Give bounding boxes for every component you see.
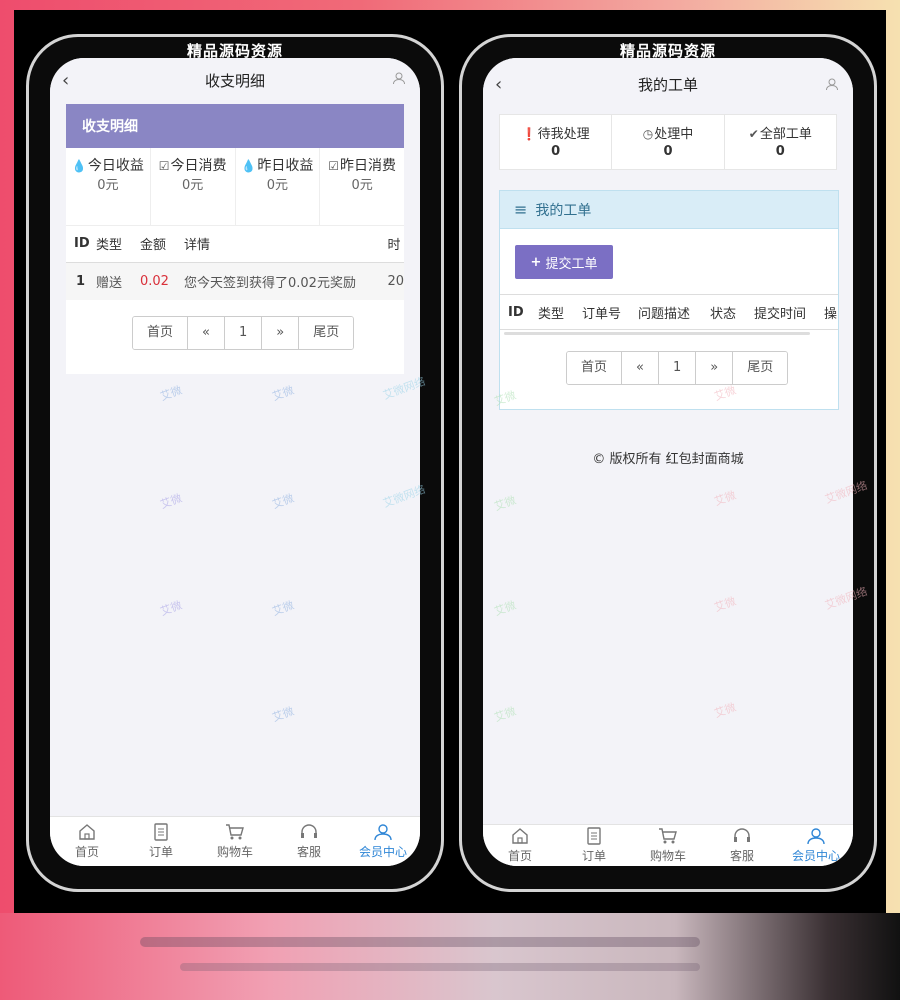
bottom-tabbar: 首页 订单 购物车 客服 会员中心 [50,816,420,866]
decorative-strip [0,913,900,1000]
col-description: 问题描述 [638,306,691,322]
drop-icon: 💧 [71,159,87,173]
back-icon[interactable]: ‹ [62,70,69,91]
stat-yesterday-spend: ☑昨日消费 0元 [328,158,396,193]
check-icon: ☑ [158,159,170,173]
col-action: 操 [824,306,838,322]
pager-current[interactable]: 1 [224,317,263,349]
pager-last[interactable]: 尾页 [733,352,788,384]
stat-all[interactable]: ✔全部工单 0 [725,115,836,169]
col-detail: 详情 [184,238,211,254]
tab-cart[interactable]: 购物车 [631,825,705,866]
pager-first[interactable]: 首页 [567,352,623,384]
cart-icon [659,828,677,844]
user-icon [807,828,825,845]
pager-prev[interactable]: « [188,317,225,349]
tab-cart[interactable]: 购物车 [198,817,272,866]
stat-processing[interactable]: ◷处理中 0 [612,115,725,169]
headset-icon [301,824,317,838]
col-time: 时 [387,238,401,254]
horizontal-scrollbar[interactable] [504,332,810,335]
col-status: 状态 [710,306,737,322]
left-topbar: ‹ 收支明细 [50,58,420,102]
pager-current[interactable]: 1 [658,352,697,384]
ticket-panel: ≡ 我的工单 + 提交工单 ID 类型 订单号 问题描述 状态 提交时间 操 首… [499,190,839,410]
tab-home[interactable]: 首页 [50,817,124,866]
user-icon[interactable] [825,77,839,95]
col-submit-time: 提交时间 [754,306,807,322]
bottom-tabbar: 首页 订单 购物车 客服 会员中心 [483,824,853,866]
left-phone-screen: ‹ 收支明细 收支明细 💧今日收益 0元 ☑今日消费 0元 💧昨日收益 0元 ☑… [50,58,420,866]
check-circle-icon: ✔ [748,127,759,141]
col-type: 类型 [538,306,565,322]
back-icon[interactable]: ‹ [495,74,502,95]
section-title: 收支明细 [66,104,404,148]
pager-next[interactable]: » [262,317,300,349]
page-title: 我的工单 [637,75,698,94]
menu-icon: ≡ [514,200,528,219]
right-topbar: ‹ 我的工单 [483,58,853,110]
stat-yesterday-income: 💧昨日收益 0元 [236,148,321,225]
col-id: ID [74,236,90,252]
page-title: 收支明细 [204,71,265,90]
pager-prev[interactable]: « [622,352,659,384]
home-icon [79,824,95,840]
plus-icon: + [530,254,542,270]
income-table: ID 类型 金额 详情 时 1 赠送 0.02 您今天签到获得了0.02元奖励 … [66,226,404,300]
tab-service[interactable]: 客服 [272,817,346,866]
order-icon [587,827,601,845]
ticket-stats-card: ❗待我处理 0 ◷处理中 0 ✔全部工单 0 [499,114,837,170]
pager-next[interactable]: » [696,352,734,384]
clock-icon: ◷ [642,127,654,141]
home-icon [512,828,528,844]
pager-first[interactable]: 首页 [133,317,189,349]
tab-home[interactable]: 首页 [483,825,557,866]
exclamation-icon: ❗ [521,127,537,141]
income-card: 收支明细 💧今日收益 0元 ☑今日消费 0元 💧昨日收益 0元 ☑昨日消费 0元… [66,104,404,374]
right-phone-screen: ‹ 我的工单 ❗待我处理 0 ◷处理中 0 ✔全部工单 0 ≡ 我的工单 + 提… [483,58,853,866]
user-icon[interactable] [392,71,406,89]
tab-orders[interactable]: 订单 [124,817,198,866]
ticket-table-header: ID 类型 订单号 问题描述 状态 提交时间 操 [500,294,838,330]
stats-row: 💧今日收益 0元 ☑今日消费 0元 💧昨日收益 0元 ☑昨日消费 0元 [66,148,404,226]
stat-today-spend: ☑今日消费 0元 [151,148,236,225]
pagination: 首页 « 1 » 尾页 [132,316,355,350]
submit-ticket-button[interactable]: + 提交工单 [515,245,613,279]
col-order-no: 订单号 [582,306,622,322]
table-row: 1 赠送 0.02 您今天签到获得了0.02元奖励 20 [66,262,404,300]
tab-orders[interactable]: 订单 [557,825,631,866]
stat-today-income: 💧今日收益 0元 [66,148,151,225]
order-icon [154,823,168,841]
col-id: ID [508,304,524,320]
headset-icon [734,828,750,842]
check-icon: ☑ [328,159,339,173]
pager-last[interactable]: 尾页 [299,317,354,349]
drop-icon: 💧 [241,159,257,173]
col-type: 类型 [96,238,123,254]
panel-header: ≡ 我的工单 [500,191,838,229]
tab-member[interactable]: 会员中心 [779,825,853,866]
copyright-footer: © 版权所有 红包封面商城 [592,452,744,467]
user-icon [374,824,392,841]
tab-service[interactable]: 客服 [705,825,779,866]
cart-icon [226,824,244,840]
tab-member[interactable]: 会员中心 [346,817,420,866]
table-header-row: ID 类型 金额 详情 时 [66,226,404,262]
pagination: 首页 « 1 » 尾页 [566,351,789,385]
stat-pending[interactable]: ❗待我处理 0 [500,115,613,169]
col-amount: 金额 [140,238,167,254]
